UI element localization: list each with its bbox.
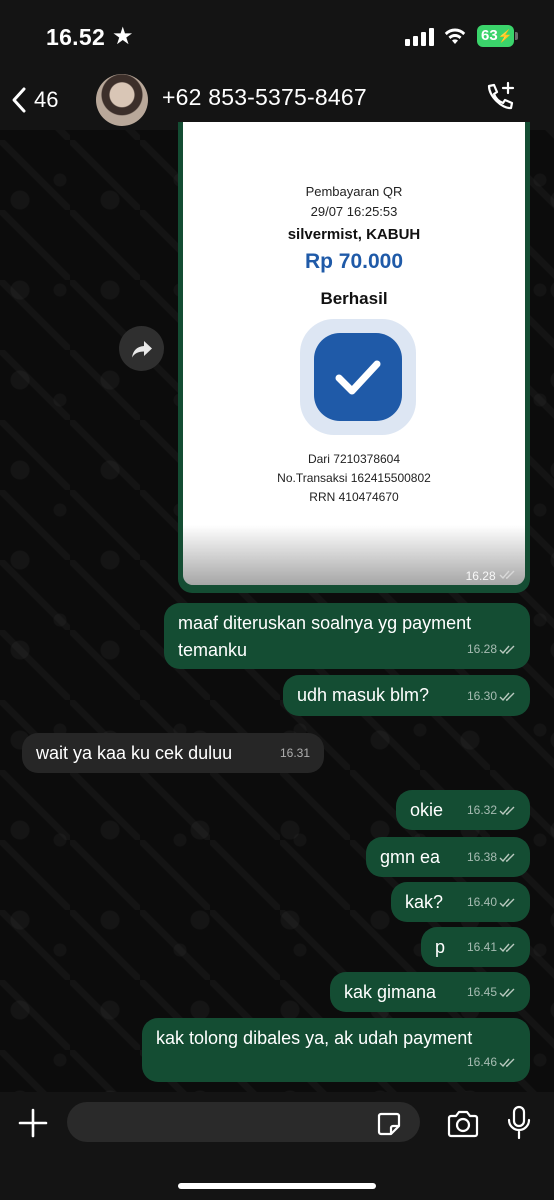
message-time: 16.46 — [466, 1055, 497, 1069]
wifi-icon — [444, 28, 466, 44]
message-time: 16.28 — [465, 569, 496, 583]
double-check-icon — [499, 943, 515, 953]
receipt-merchant: silvermist, KABUH — [287, 226, 421, 243]
message-text: wait ya kaa ku cek duluu — [36, 743, 233, 763]
message-bubble[interactable]: udh masuk blm? 16.30 — [283, 675, 530, 716]
message-bubble[interactable]: gmn ea 16.38 — [366, 837, 530, 877]
message-time: 16.41 — [466, 940, 497, 954]
message-bubble[interactable]: p 16.41 — [421, 927, 530, 967]
success-badge — [300, 319, 416, 435]
message-bubble[interactable]: kak? 16.40 — [391, 882, 530, 922]
double-check-icon — [499, 645, 515, 655]
message-time: 16.31 — [279, 746, 310, 760]
double-check-icon — [499, 1058, 515, 1068]
home-indicator[interactable] — [178, 1183, 376, 1189]
message-time: 16.30 — [466, 689, 497, 703]
message-bubble[interactable]: kak gimana 16.45 — [330, 972, 530, 1012]
message-text: kak tolong dibales ya, ak udah payment — [156, 1028, 473, 1048]
camera-icon[interactable] — [446, 1110, 480, 1138]
message-bubble[interactable]: wait ya kaa ku cek duluu 16.31 — [22, 733, 324, 773]
contact-name[interactable]: +62 853-5375-8467 — [162, 84, 367, 111]
double-check-icon — [499, 853, 515, 863]
compose-bar — [0, 1092, 554, 1200]
forward-button[interactable] — [119, 326, 164, 371]
star-icon: ★ — [112, 23, 134, 50]
microphone-icon[interactable] — [506, 1105, 532, 1141]
receipt-transaction: No.Transaksi 162415500802 — [277, 471, 431, 485]
double-check-icon — [499, 898, 515, 908]
avatar[interactable] — [96, 74, 148, 126]
checkmark-icon — [335, 360, 381, 395]
battery-level: 63 — [481, 27, 498, 44]
message-input[interactable] — [67, 1102, 420, 1142]
receipt-amount: Rp 70.000 — [304, 250, 404, 273]
sticker-icon[interactable] — [376, 1111, 402, 1137]
receipt-title: Pembayaran QR — [305, 184, 403, 199]
phone-add-icon[interactable] — [482, 80, 518, 116]
message-time: 16.38 — [466, 850, 497, 864]
forward-icon — [131, 340, 152, 357]
message-time: 16.45 — [466, 985, 497, 999]
message-bubble[interactable]: maaf diteruskan soalnya yg payment teman… — [164, 603, 530, 669]
double-check-icon — [499, 692, 515, 702]
message-time: 16.32 — [466, 803, 497, 817]
unread-count: 46 — [34, 87, 59, 112]
back-button[interactable]: 46 — [10, 80, 58, 120]
image-message[interactable]: Pembayaran QR 29/07 16:25:53 silvermist,… — [178, 122, 530, 593]
double-check-icon — [499, 988, 515, 998]
battery-icon: 63⚡ — [477, 25, 514, 47]
receipt-status: Berhasil — [320, 289, 388, 308]
status-time: 16.52 — [46, 24, 106, 50]
double-check-icon — [499, 570, 515, 580]
status-bar: 16.52 ★ 63⚡ — [0, 0, 554, 72]
receipt-rrn: RRN 410474670 — [309, 490, 399, 504]
plus-icon[interactable] — [18, 1108, 48, 1138]
message-time: 16.28 — [466, 642, 497, 656]
receipt-datetime: 29/07 16:25:53 — [310, 204, 398, 219]
double-check-icon — [499, 806, 515, 816]
message-time: 16.40 — [466, 895, 497, 909]
chevron-left-icon — [12, 87, 26, 113]
signal-icon — [405, 28, 435, 46]
message-meta: 16.28 — [466, 569, 516, 583]
message-bubble[interactable]: kak tolong dibales ya, ak udah payment 1… — [142, 1018, 530, 1082]
message-bubble[interactable]: okie 16.32 — [396, 790, 530, 830]
receipt-from: Dari 7210378604 — [307, 452, 401, 466]
payment-receipt-image[interactable]: Pembayaran QR 29/07 16:25:53 silvermist,… — [183, 122, 525, 585]
message-text: maaf diteruskan soalnya yg payment teman… — [178, 613, 472, 660]
